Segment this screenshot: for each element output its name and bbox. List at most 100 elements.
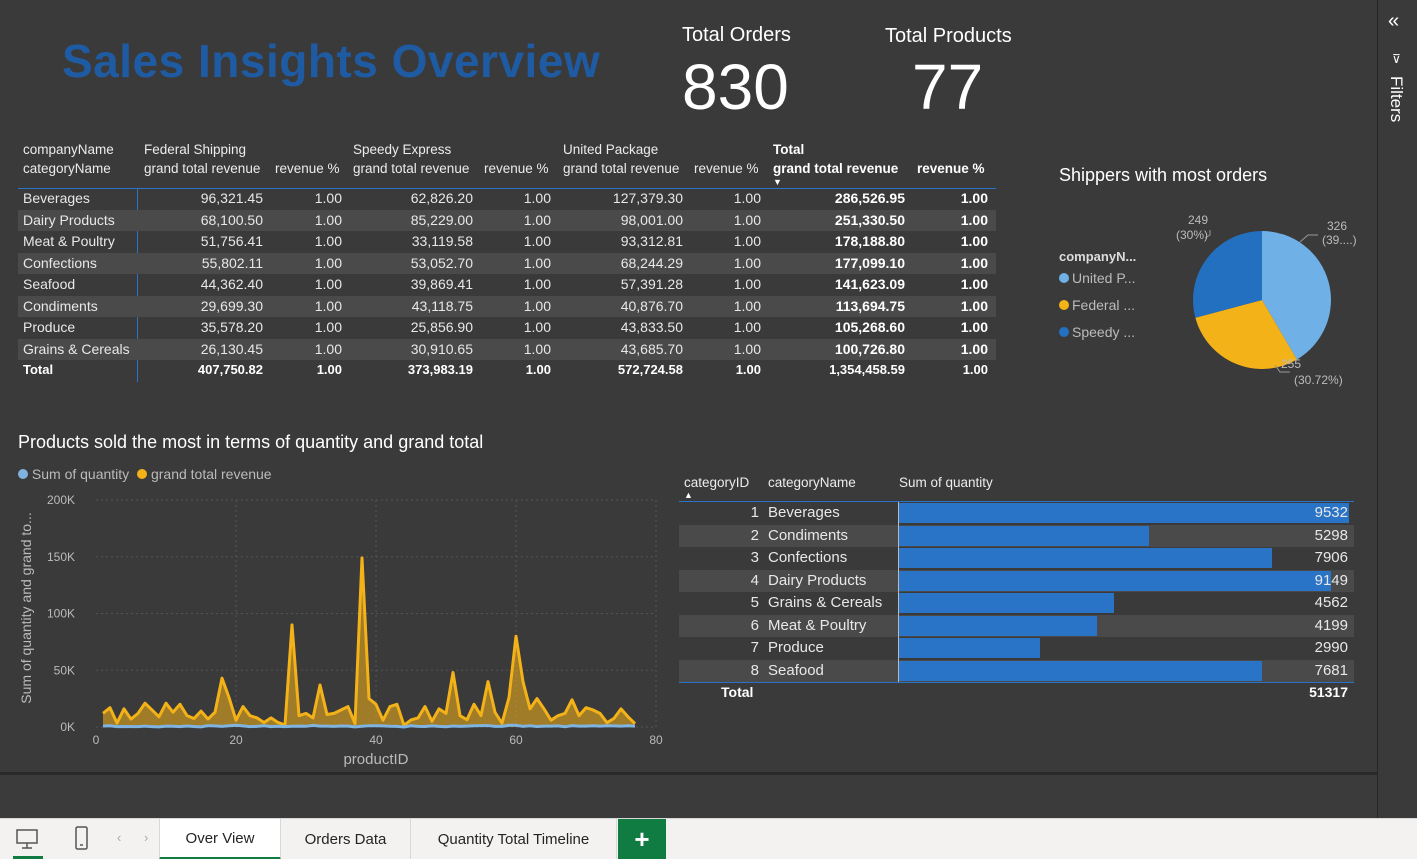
matrix-row[interactable]: Produce 35,578.20 1.00 25,856.90 1.00 43,833.… [18,317,996,339]
matrix-category-cell: Meat & Poultry [23,233,115,249]
matrix-value-cell: 43,118.75 [411,297,473,314]
mobile-layout-icon[interactable] [74,825,90,858]
quantity-cell: 9532 [1314,504,1348,521]
matrix-value-cell: 1.00 [523,254,551,271]
matrix-value-cell: 1.00 [316,362,342,377]
qtable-total-value: 51317 [1309,684,1348,700]
matrix-col-revenue[interactable]: grand total revenue [353,159,469,178]
sort-desc-icon[interactable]: ▼ [773,177,782,187]
matrix-value-cell: 141,623.09 [834,276,905,292]
scroll-right-icon[interactable]: › [144,830,148,845]
matrix-col-revenue[interactable]: grand total revenue [144,159,260,178]
matrix-value-cell: 1.00 [960,190,988,206]
category-id-cell: 1 [750,504,759,521]
total-orders-label: Total Orders [682,24,791,46]
qtable-header-name[interactable]: categoryName [768,475,856,490]
matrix-row[interactable]: Dairy Products 68,100.50 1.00 85,229.00 1.00… [18,209,996,231]
table-row[interactable]: 1 Beverages 9532 [679,502,1354,525]
matrix-value-cell: 1.00 [314,233,342,249]
pie-title: Shippers with most orders [1059,165,1268,185]
table-row[interactable]: 8 Seafood 7681 [679,659,1354,682]
pie-chart[interactable]: 326 (39....) 255 (30.72%) 249 (30%) [1150,205,1377,395]
table-row[interactable]: 4 Dairy Products 9149 [679,569,1354,592]
matrix-row[interactable]: Grains & Cereals 26,130.45 1.00 30,910.65 1.… [18,338,996,360]
matrix-group-federal: Federal Shipping [144,142,247,157]
category-id-cell: 2 [750,526,759,544]
legend-item[interactable]: United P... [1059,270,1136,297]
matrix-value-cell: 1.00 [523,211,551,228]
matrix-category-cell: Grains & Cereals [23,340,130,357]
legend-label: United P... [1072,270,1136,286]
filters-pane[interactable]: « ⊽ Filters [1377,0,1417,818]
matrix-value-cell: 44,362.40 [200,276,263,292]
sort-asc-icon[interactable]: ▲ [684,490,693,500]
tab-orders-data[interactable]: Orders Data [281,819,411,859]
matrix-col-pct[interactable]: revenue % [275,159,340,178]
quantity-cell: 4199 [1314,616,1348,634]
legend-item[interactable]: Speedy ... [1059,324,1136,351]
matrix-value-cell: 1.00 [523,340,551,357]
matrix-col-revenue[interactable]: grand total revenue [773,159,898,178]
y-tick-label: 150K [47,550,75,564]
matrix-value-cell: 572,724.58 [617,362,683,377]
matrix-value-cell: 40,876.70 [620,297,683,314]
matrix-value-cell: 1.00 [523,190,551,206]
table-row[interactable]: 3 Confections 7906 [679,547,1354,570]
matrix-category-cell: Beverages [23,190,90,206]
filters-label[interactable]: Filters [1386,76,1406,122]
table-row[interactable]: 6 Meat & Poultry 4199 [679,614,1354,637]
category-name-cell: Dairy Products [768,571,867,589]
category-name-cell: Confections [768,549,848,566]
matrix-value-cell: 68,244.29 [620,254,683,271]
tab-quantity-total-timeline[interactable]: Quantity Total Timeline [411,819,617,859]
y-tick-label: 200K [47,493,75,507]
legend-label: Federal ... [1072,297,1136,313]
legend-dot-icon [1059,273,1069,283]
scroll-left-icon[interactable]: ‹ [117,830,121,845]
line-chart-title: Products sold the most in terms of quant… [18,432,484,452]
matrix-total-row[interactable]: Total 407,750.82 1.00 373,983.19 1.00 572,724… [18,360,996,382]
matrix-value-cell: 1.00 [733,319,761,335]
matrix-row[interactable]: Meat & Poultry 51,756.41 1.00 33,119.58 1.00… [18,231,996,253]
table-row[interactable]: 2 Condiments 5298 [679,524,1354,547]
matrix-value-cell: 127,379.30 [612,190,683,206]
qtable-header-qty[interactable]: Sum of quantity [899,475,993,490]
matrix-row[interactable]: Condiments 29,699.30 1.00 43,118.75 1.00 40,8… [18,295,996,317]
matrix-row[interactable]: Seafood 44,362.40 1.00 39,869.41 1.00 57,391.… [18,274,996,296]
matrix-value-cell: 1.00 [733,211,761,228]
quantity-line[interactable] [102,723,636,729]
y-tick-label: 50K [54,663,75,677]
quantity-bar [899,593,1115,613]
collapse-double-chevron-icon[interactable]: « [1388,10,1399,33]
legend-item[interactable]: Federal ... [1059,297,1136,324]
desktop-layout-icon[interactable] [14,827,40,849]
matrix-col-pct[interactable]: revenue % [917,159,985,178]
table-row[interactable]: 7 Produce 2990 [679,637,1354,660]
total-products-label: Total Products [885,25,1012,47]
matrix-category-cell: Dairy Products [23,211,115,228]
matrix-row[interactable]: Beverages 96,321.45 1.00 62,826.20 1.00 127,3… [18,188,996,210]
matrix-value-cell: 68,100.50 [200,211,263,228]
matrix-value-cell: 53,052.70 [410,254,473,271]
add-page-plus-icon[interactable]: + [618,819,666,859]
matrix-value-cell: 251,330.50 [834,211,905,228]
matrix-col-pct[interactable]: revenue % [694,159,759,178]
pie-legend: United P... Federal ... Speedy ... [1059,270,1136,351]
matrix-value-cell: 55,802.11 [201,254,263,271]
matrix-col-revenue[interactable]: grand total revenue [563,159,679,178]
tab-over-view[interactable]: Over View [159,819,281,859]
revenue-line[interactable] [102,556,637,727]
tab-label: Quantity Total Timeline [437,831,590,848]
quantity-cell: 7906 [1314,549,1348,566]
qtable-header-id[interactable]: categoryID [684,475,749,490]
matrix-value-cell: 25,856.90 [410,319,473,335]
matrix-row[interactable]: Confections 55,802.11 1.00 53,052.70 1.00 68,… [18,252,996,274]
table-row[interactable]: 5 Grains & Cereals 4562 [679,592,1354,615]
matrix-col-pct[interactable]: revenue % [484,159,549,178]
matrix-value-cell: 35,578.20 [200,319,263,335]
line-chart[interactable]: 200K 150K 100K 50K 0K 0 20 40 60 80 Sum of quant… [0,480,670,770]
matrix-value-cell: 1.00 [523,233,551,249]
category-id-cell: 5 [750,594,759,611]
matrix-value-cell: 407,750.82 [197,362,263,377]
pie-leader-line [1299,234,1318,243]
